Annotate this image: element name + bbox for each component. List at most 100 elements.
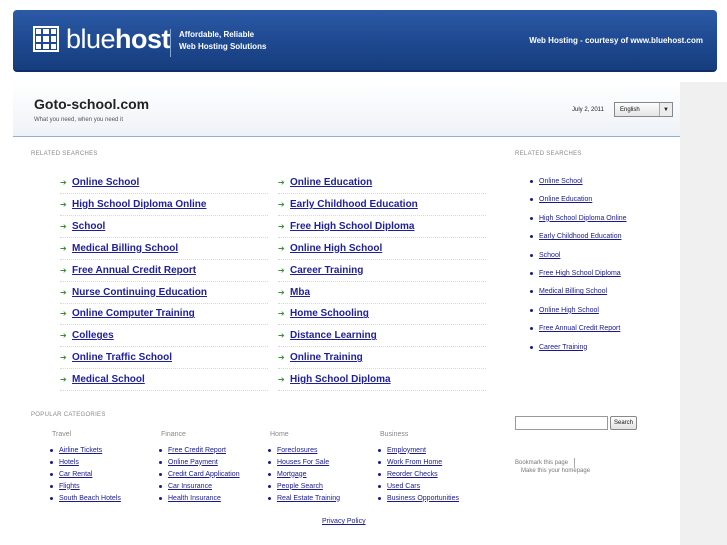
side-related-item[interactable]: School [530, 252, 560, 259]
side-related-item[interactable]: Career Training [530, 344, 587, 351]
related-search-link[interactable]: Mba [290, 287, 310, 298]
category-link[interactable]: South Beach Hotels [59, 495, 121, 502]
category-link[interactable]: Reorder Checks [387, 471, 438, 478]
side-related-link[interactable]: School [539, 252, 560, 259]
side-related-item[interactable]: Free Annual Credit Report [530, 325, 620, 332]
related-search-item[interactable]: ➔ Home Schooling [278, 303, 486, 326]
category-link[interactable]: Hotels [59, 459, 79, 466]
category-link[interactable]: Car Insurance [168, 483, 212, 490]
related-search-link[interactable]: Medical Billing School [72, 243, 178, 254]
side-related-item[interactable]: Online Education [530, 196, 592, 203]
side-related-link[interactable]: Online School [539, 178, 583, 185]
side-related-link[interactable]: Free High School Diploma [539, 270, 621, 277]
related-search-item[interactable]: ➔ Early Childhood Education [278, 194, 486, 216]
category-item[interactable]: South Beach Hotels [50, 492, 152, 504]
category-item[interactable]: Car Insurance [159, 480, 261, 492]
related-search-link[interactable]: Online Education [290, 177, 372, 188]
category-item[interactable]: Reorder Checks [378, 468, 480, 480]
side-related-link[interactable]: Medical Billing School [539, 288, 607, 295]
related-search-link[interactable]: High School Diploma [290, 374, 391, 385]
category-item[interactable]: Airline Tickets [50, 444, 152, 456]
category-link[interactable]: Car Rental [59, 471, 92, 478]
make-homepage-link[interactable]: Make this your homepage [521, 468, 590, 474]
related-search-link[interactable]: Online Training [290, 352, 363, 363]
category-item[interactable]: Hotels [50, 456, 152, 468]
related-search-link[interactable]: Online School [72, 177, 139, 188]
side-related-item[interactable]: Early Childhood Education [530, 233, 622, 240]
bookmark-link[interactable]: Bookmark this page [515, 458, 576, 468]
related-search-item[interactable]: ➔ Distance Learning [278, 325, 486, 348]
category-link[interactable]: Flights [59, 483, 80, 490]
related-search-link[interactable]: Nurse Continuing Education [72, 287, 207, 298]
category-item[interactable]: People Search [268, 480, 370, 492]
related-search-item[interactable]: ➔ Online Training [278, 347, 486, 370]
related-search-item[interactable]: ➔ High School Diploma Online [60, 194, 268, 216]
category-link[interactable]: Airline Tickets [59, 447, 102, 454]
category-item[interactable]: Flights [50, 480, 152, 492]
category-link[interactable]: Employment [387, 447, 426, 454]
category-link[interactable]: Work From Home [387, 459, 442, 466]
related-search-item[interactable]: ➔ Colleges [60, 325, 268, 348]
side-related-link[interactable]: Early Childhood Education [539, 233, 622, 240]
related-search-item[interactable]: ➔ Online Education [278, 172, 486, 194]
side-related-item[interactable]: High School Diploma Online [530, 215, 627, 222]
category-link[interactable]: Online Payment [168, 459, 218, 466]
category-item[interactable]: Real Estate Training [268, 492, 370, 504]
category-link[interactable]: Mortgage [277, 471, 307, 478]
category-link[interactable]: People Search [277, 483, 323, 490]
category-link[interactable]: Credit Card Application [168, 471, 240, 478]
related-search-item[interactable]: ➔ Medical Billing School [60, 238, 268, 260]
related-search-link[interactable]: Early Childhood Education [290, 199, 418, 210]
side-related-item[interactable]: Online High School [530, 307, 599, 314]
related-search-item[interactable]: ➔ Mba [278, 282, 486, 304]
category-item[interactable]: Work From Home [378, 456, 480, 468]
side-related-link[interactable]: Career Training [539, 344, 587, 351]
related-search-link[interactable]: Home Schooling [290, 308, 369, 319]
related-search-item[interactable]: ➔ School [60, 216, 268, 238]
category-item[interactable]: Health Insurance [159, 492, 261, 504]
bluehost-logo[interactable]: bluehost [33, 24, 171, 54]
related-search-item[interactable]: ➔ Online Traffic School [60, 347, 268, 370]
related-search-link[interactable]: School [72, 221, 105, 232]
category-link[interactable]: Business Opportunities [387, 495, 459, 502]
related-search-link[interactable]: High School Diploma Online [72, 199, 206, 210]
related-search-item[interactable]: ➔ Online High School [278, 238, 486, 260]
related-search-link[interactable]: Free High School Diploma [290, 221, 414, 232]
related-search-link[interactable]: Free Annual Credit Report [72, 265, 196, 276]
related-search-link[interactable]: Online Computer Training [72, 308, 195, 319]
category-item[interactable]: Free Credit Report [159, 444, 261, 456]
related-search-item[interactable]: ➔ High School Diploma [278, 369, 486, 392]
category-item[interactable]: Online Payment [159, 456, 261, 468]
related-search-link[interactable]: Online Traffic School [72, 352, 172, 363]
related-search-item[interactable]: ➔ Medical School [60, 369, 268, 392]
related-search-item[interactable]: ➔ Online School [60, 172, 268, 194]
category-item[interactable]: Used Cars [378, 480, 480, 492]
related-search-item[interactable]: ➔ Free Annual Credit Report [60, 260, 268, 282]
category-item[interactable]: Mortgage [268, 468, 370, 480]
category-link[interactable]: Used Cars [387, 483, 420, 490]
dropdown-arrow-icon[interactable]: ▼ [659, 103, 672, 116]
category-link[interactable]: Free Credit Report [168, 447, 226, 454]
category-item[interactable]: Employment [378, 444, 480, 456]
search-button[interactable]: Search [610, 416, 637, 430]
language-select[interactable]: English ▼ [614, 102, 673, 117]
side-related-link[interactable]: Online High School [539, 307, 599, 314]
side-related-link[interactable]: High School Diploma Online [539, 215, 627, 222]
hosting-courtesy-link[interactable]: Web Hosting - courtesy of www.bluehost.c… [529, 36, 703, 45]
search-input[interactable] [515, 416, 608, 430]
category-item[interactable]: Car Rental [50, 468, 152, 480]
bookmark-text[interactable]: Bookmark this page [515, 460, 568, 466]
related-search-item[interactable]: ➔ Career Training [278, 260, 486, 282]
category-item[interactable]: Business Opportunities [378, 492, 480, 504]
side-related-item[interactable]: Medical Billing School [530, 288, 607, 295]
privacy-policy-link[interactable]: Privacy Policy [322, 518, 366, 525]
related-search-link[interactable]: Colleges [72, 330, 114, 341]
category-link[interactable]: Houses For Sale [277, 459, 329, 466]
side-related-item[interactable]: Online School [530, 178, 583, 185]
side-related-item[interactable]: Free High School Diploma [530, 270, 621, 277]
category-item[interactable]: Credit Card Application [159, 468, 261, 480]
side-related-link[interactable]: Free Annual Credit Report [539, 325, 620, 332]
category-item[interactable]: Houses For Sale [268, 456, 370, 468]
category-link[interactable]: Foreclosures [277, 447, 317, 454]
related-search-item[interactable]: ➔ Free High School Diploma [278, 216, 486, 238]
